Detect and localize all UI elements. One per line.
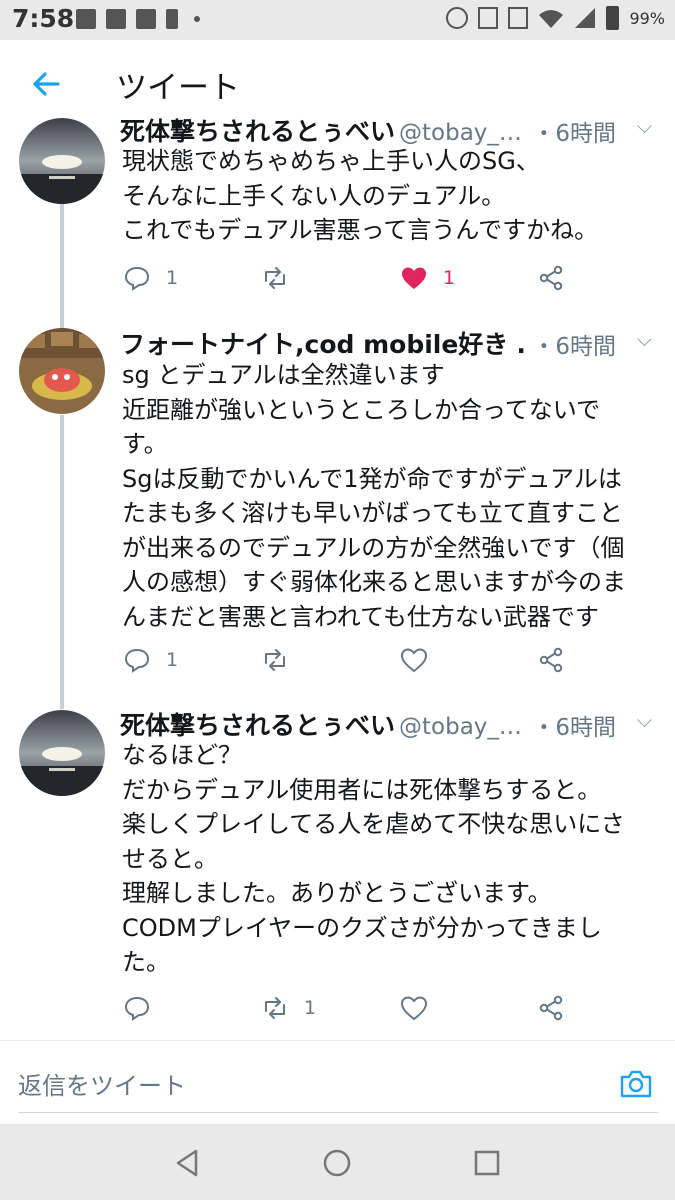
reply-icon [124, 648, 150, 673]
like-count: 1 [443, 267, 456, 289]
chevron-down-icon[interactable]: ⌵ [637, 708, 652, 732]
retweet-button[interactable] [260, 642, 304, 678]
recents-square-icon[interactable] [470, 1146, 504, 1180]
chevron-down-icon[interactable]: ⌵ [637, 114, 652, 138]
display-name[interactable]: フォートナイト,cod mobile好き … [120, 330, 542, 359]
divider [0, 1040, 675, 1041]
tweet-actions: 1 [122, 642, 602, 678]
data-saver-icon [446, 7, 469, 29]
retweet-count: 1 [304, 997, 317, 1019]
avatar[interactable] [19, 328, 105, 414]
tweet-text: なるほど？ だからデュアル使用者には死体撃ちすると。 楽しくプレイしてる人を虐め… [122, 741, 625, 976]
back-triangle-icon[interactable] [170, 1146, 204, 1180]
reply-count: 1 [166, 267, 179, 289]
nfc-icon [478, 7, 499, 29]
vibrate-icon [508, 7, 529, 29]
share-icon [539, 265, 563, 291]
battery-icon [606, 6, 620, 30]
thread-line [60, 200, 64, 328]
like-button[interactable] [399, 642, 443, 678]
home-circle-icon[interactable] [320, 1146, 354, 1180]
status-time: 7:58 [12, 4, 75, 33]
like-button[interactable] [399, 990, 443, 1026]
retweet-icon [265, 267, 285, 289]
wifi-icon [539, 10, 564, 28]
system-nav-bar [0, 1124, 675, 1200]
avatar[interactable] [19, 710, 105, 796]
share-button[interactable] [536, 990, 566, 1026]
thread-line [60, 415, 64, 709]
tweet-time[interactable]: ・6時間 [526, 327, 616, 361]
share-icon [539, 995, 563, 1021]
tweet-actions: 1 [122, 990, 602, 1026]
retweet-icon [265, 997, 285, 1019]
display-name[interactable]: 死体撃ちされるとぅべい [120, 711, 395, 740]
arrow-left-icon[interactable] [26, 64, 66, 104]
reply-placeholder: 返信をツイート [18, 1072, 186, 1100]
sd-card-icon [106, 9, 126, 29]
chevron-down-icon[interactable]: ⌵ [637, 327, 652, 351]
retweet-icon [265, 649, 285, 671]
notification-dot-icon [194, 16, 200, 22]
avatar[interactable] [19, 118, 105, 204]
like-button[interactable]: 1 [399, 260, 455, 296]
tweet-time[interactable]: ・6時間 [526, 708, 616, 742]
tweet-time[interactable]: ・6時間 [526, 114, 616, 148]
heart-outline-icon [400, 996, 428, 1021]
reply-button[interactable] [122, 990, 166, 1026]
image-icon [76, 9, 96, 29]
user-handle[interactable]: @tobay_… [399, 714, 522, 740]
status-bar: 7:58 99% [0, 0, 675, 40]
share-button[interactable] [536, 642, 566, 678]
signal-icon [575, 8, 596, 28]
retweet-button[interactable]: 1 [260, 990, 316, 1026]
tweet-text: sg とデュアルは全然違います 近距離が強いというところしか合ってないで す。 … [122, 361, 626, 631]
tweet-header: フォートナイト,cod mobile好き … ・6時間 ⌵ [120, 325, 660, 361]
share-icon [539, 647, 563, 673]
camera-icon[interactable] [618, 1066, 654, 1102]
reply-button[interactable]: 1 [122, 642, 178, 678]
tweet-header: 死体撃ちされるとぅべい @tobay_… ・6時間 ⌵ [120, 706, 660, 742]
reply-input[interactable]: 返信をツイート [18, 1058, 658, 1113]
tweet-actions: 1 1 [122, 260, 602, 296]
share-button[interactable] [536, 260, 566, 296]
heart-outline-icon [400, 648, 428, 673]
user-handle[interactable]: @tobay_… [399, 120, 522, 146]
page-title: ツイート [116, 70, 240, 106]
reply-icon [124, 266, 150, 291]
reply-count: 1 [166, 649, 179, 671]
heart-filled-icon [402, 267, 426, 289]
battery-charging-icon [166, 9, 178, 29]
reply-button[interactable]: 1 [122, 260, 178, 296]
network-icon [136, 9, 156, 29]
reply-icon [124, 996, 150, 1021]
retweet-button[interactable] [260, 260, 304, 296]
battery-percent: 99% [629, 8, 665, 28]
tweet-header: 死体撃ちされるとぅべい @tobay_… ・6時間 ⌵ [120, 112, 660, 148]
display-name[interactable]: 死体撃ちされるとぅべい [120, 117, 395, 146]
tweet-text: 現状態でめちゃめちゃ上手い人のSG、 そんなに上手くない人のデュアル。 これでも… [122, 147, 599, 244]
